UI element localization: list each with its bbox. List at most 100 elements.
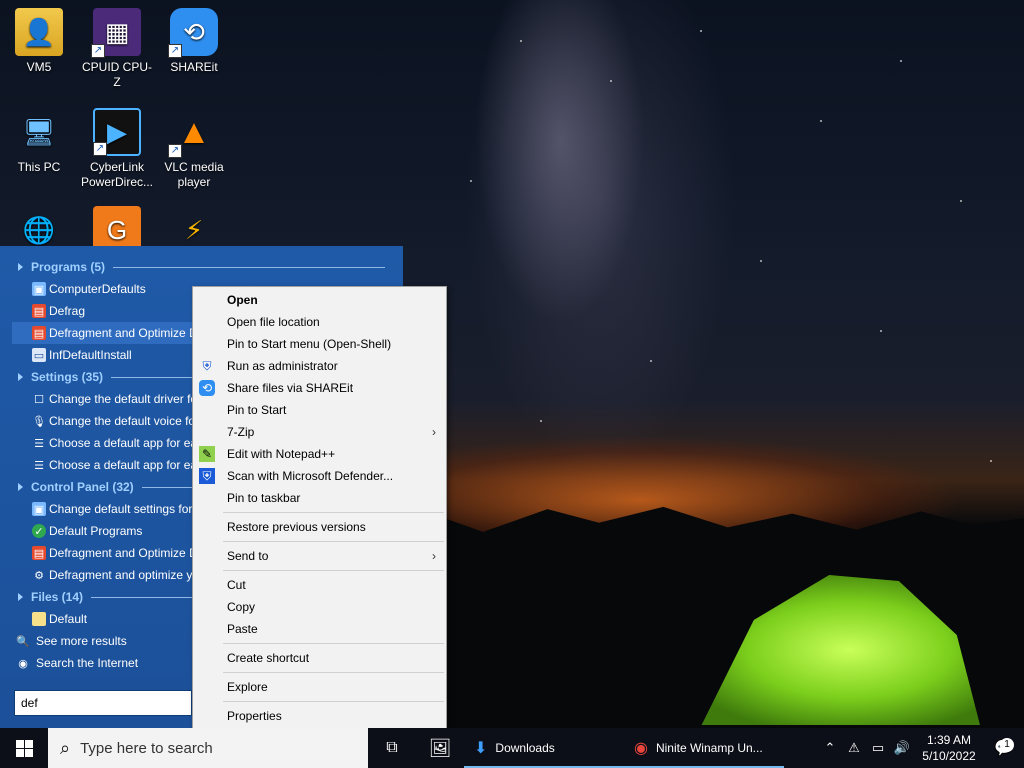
ctx-copy[interactable]: Copy bbox=[193, 596, 446, 618]
category-programs[interactable]: Programs (5) bbox=[12, 256, 391, 278]
search-placeholder: Type here to search bbox=[80, 739, 213, 757]
desktop-icon-cpuz[interactable]: ▦ ↗ CPUID CPU-Z bbox=[81, 8, 153, 90]
ctx-open-file-location[interactable]: Open file location bbox=[193, 311, 446, 333]
separator bbox=[223, 512, 444, 513]
separator bbox=[223, 701, 444, 702]
clock-time: 1:39 AM bbox=[926, 733, 972, 747]
ctx-create-shortcut[interactable]: Create shortcut bbox=[193, 647, 446, 669]
volume-icon[interactable]: 🔊 bbox=[890, 740, 914, 756]
ctx-run-as-admin[interactable]: ⛨ Run as administrator bbox=[193, 355, 446, 377]
expand-triangle-icon bbox=[18, 373, 23, 381]
defender-shield-icon: ⛨ bbox=[199, 468, 215, 484]
ctx-pin-start-open-shell[interactable]: Pin to Start menu (Open-Shell) bbox=[193, 333, 446, 355]
defrag-icon: ▤ bbox=[32, 326, 46, 340]
result-label: Defrag bbox=[49, 304, 86, 318]
start-search-input[interactable]: def bbox=[14, 690, 192, 716]
submenu-arrow-icon: › bbox=[432, 549, 436, 563]
separator bbox=[223, 541, 444, 542]
chevron-up-icon[interactable]: ⌃ bbox=[818, 740, 842, 756]
ctx-label: Open file location bbox=[227, 315, 320, 329]
search-icon: 🔍 bbox=[16, 635, 30, 648]
desktop-icon-label: CPUID CPU-Z bbox=[81, 60, 152, 89]
notification-center-button[interactable]: 💬 1 bbox=[984, 738, 1024, 758]
cpuz-icon: ▦ ↗ bbox=[91, 8, 141, 58]
download-arrow-icon: ⬇ bbox=[474, 740, 488, 757]
ctx-paste[interactable]: Paste bbox=[193, 618, 446, 640]
desktop-icon-powerdirector[interactable]: ▶ ↗ CyberLink PowerDirec... bbox=[81, 108, 153, 190]
taskbar-search-box[interactable]: ⌕ Type here to search bbox=[48, 728, 368, 768]
ctx-send-to[interactable]: Send to › bbox=[193, 545, 446, 567]
ctx-edit-notepadpp[interactable]: ✎ Edit with Notepad++ bbox=[193, 443, 446, 465]
desktop-icon-this-pc[interactable]: 🖥 This PC bbox=[3, 108, 75, 175]
ctx-label: Pin to taskbar bbox=[227, 491, 301, 505]
separator bbox=[223, 570, 444, 571]
category-label: Settings (35) bbox=[31, 370, 104, 384]
ctx-label: 7-Zip bbox=[227, 425, 255, 439]
windows-logo-icon bbox=[15, 739, 33, 757]
desktop-icon-label: VM5 bbox=[26, 60, 52, 74]
task-view-button[interactable]: ⧉ bbox=[368, 728, 416, 768]
taskbar-app-label: Downloads bbox=[495, 741, 555, 755]
notification-badge: 1 bbox=[1000, 738, 1014, 752]
desktop-icon-vm5[interactable]: 👤 VM5 bbox=[3, 8, 75, 75]
ctx-scan-defender[interactable]: ⛨ Scan with Microsoft Defender... bbox=[193, 465, 446, 487]
vlc-icon: ▲ ↗ bbox=[168, 108, 218, 158]
ctx-cut[interactable]: Cut bbox=[193, 574, 446, 596]
ctx-properties[interactable]: Properties bbox=[193, 705, 446, 727]
ctx-label: Scan with Microsoft Defender... bbox=[227, 469, 394, 483]
desktop-icon-label: SHAREit bbox=[170, 60, 218, 74]
desktop-icon-shareit[interactable]: ⟲ ↗ SHAREit bbox=[158, 8, 230, 75]
taskbar-app-downloads[interactable]: ⬇ Downloads bbox=[464, 728, 624, 768]
gear-icon: ⚙ bbox=[34, 569, 44, 582]
category-label: Files (14) bbox=[31, 590, 84, 604]
result-label: ComputerDefaults bbox=[49, 282, 146, 296]
ctx-label: Copy bbox=[227, 600, 256, 614]
default-programs-icon: ✓ bbox=[32, 524, 46, 538]
ctx-label: Cut bbox=[227, 578, 246, 592]
expand-triangle-icon bbox=[18, 483, 23, 491]
start-button[interactable] bbox=[0, 728, 48, 768]
tray-app-icon[interactable]: ⚠ bbox=[842, 740, 866, 756]
taskbar-app-chrome-ninite[interactable]: ◉ Ninite Winamp Un... bbox=[624, 728, 784, 768]
uac-shield-icon: ⛨ bbox=[202, 358, 212, 373]
search-input-value: def bbox=[21, 696, 38, 710]
result-label: Default bbox=[49, 612, 88, 626]
see-more-label: See more results bbox=[36, 634, 127, 648]
ctx-open[interactable]: Open bbox=[193, 289, 446, 311]
result-label: Default Programs bbox=[49, 524, 143, 538]
ctx-explore[interactable]: Explore bbox=[193, 676, 446, 698]
search-internet-label: Search the Internet bbox=[36, 656, 139, 670]
powerdirector-icon: ▶ ↗ bbox=[93, 108, 141, 156]
ctx-label: Open bbox=[227, 293, 258, 307]
network-icon[interactable]: ▭ bbox=[866, 740, 890, 756]
taskbar-app-pinned[interactable]: 🖼 bbox=[416, 728, 464, 768]
clock-date: 5/10/2022 bbox=[922, 749, 976, 763]
ctx-label: Share files via SHAREit bbox=[227, 381, 354, 395]
ctx-pin-to-start[interactable]: Pin to Start bbox=[193, 399, 446, 421]
ctx-label: Edit with Notepad++ bbox=[227, 447, 336, 461]
category-label: Programs (5) bbox=[31, 260, 106, 274]
shareit-icon: ⟲ bbox=[199, 380, 215, 396]
context-menu: Open Open file location Pin to Start men… bbox=[192, 286, 447, 729]
desktop-icon-label: This PC bbox=[17, 160, 61, 174]
desktop-icon-vlc[interactable]: ▲ ↗ VLC media player bbox=[158, 108, 230, 190]
list-settings-icon: ☰ bbox=[34, 459, 44, 472]
autoplay-icon: ▣ bbox=[32, 502, 46, 516]
ctx-label: Properties bbox=[227, 709, 282, 723]
result-label: InfDefaultInstall bbox=[49, 348, 132, 362]
separator bbox=[223, 672, 444, 673]
submenu-arrow-icon: › bbox=[432, 425, 436, 439]
ctx-label: Explore bbox=[227, 680, 268, 694]
ctx-label: Pin to Start bbox=[227, 403, 287, 417]
file-icon bbox=[32, 612, 46, 626]
user-folder-icon: 👤 bbox=[15, 8, 63, 56]
ctx-label: Create shortcut bbox=[227, 651, 310, 665]
ctx-label: Pin to Start menu (Open-Shell) bbox=[227, 337, 392, 351]
ctx-7zip[interactable]: 7-Zip › bbox=[193, 421, 446, 443]
ctx-restore-previous[interactable]: Restore previous versions bbox=[193, 516, 446, 538]
ctx-pin-to-taskbar[interactable]: Pin to taskbar bbox=[193, 487, 446, 509]
list-settings-icon: ☰ bbox=[34, 437, 44, 450]
ctx-share-shareit[interactable]: ⟲ Share files via SHAREit bbox=[193, 377, 446, 399]
clock[interactable]: 1:39 AM 5/10/2022 bbox=[914, 732, 984, 764]
computerdefaults-icon: ▣ bbox=[32, 282, 46, 296]
